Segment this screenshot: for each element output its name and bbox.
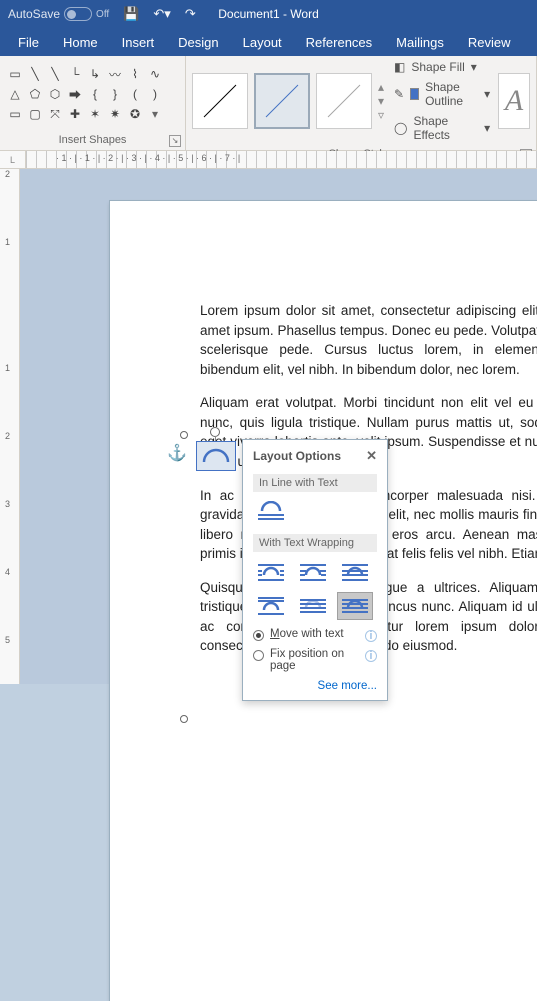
tab-insert[interactable]: Insert	[110, 28, 167, 56]
shape-star-icon[interactable]: ✶	[86, 105, 104, 123]
vertical-ruler[interactable]: 2112345	[0, 169, 20, 684]
shape-freeform-icon[interactable]: ⌇	[126, 65, 144, 83]
shape-style-2[interactable]	[254, 73, 310, 129]
shape-tri-icon[interactable]: △	[6, 85, 24, 103]
shape-burst-icon[interactable]: ✷	[106, 105, 124, 123]
shape-fill-button[interactable]: ◧ Shape Fill▾	[394, 60, 490, 74]
shape-roundrect-icon[interactable]: ▢	[26, 105, 44, 123]
wrap-infront[interactable]	[337, 592, 373, 620]
layout-options-title: Layout Options	[253, 449, 341, 463]
paragraph-1[interactable]: Lorem ipsum dolor sit amet, consectetur …	[200, 301, 537, 379]
tab-layout[interactable]: Layout	[231, 28, 294, 56]
shape-line-icon[interactable]: ╲	[26, 65, 44, 83]
shape-callout-icon[interactable]: ✪	[126, 105, 144, 123]
window-title: Document1 - Word	[218, 7, 318, 21]
redo-icon[interactable]: ↷	[185, 6, 196, 22]
shape-outline-label: Shape Outline	[425, 80, 478, 108]
tab-file[interactable]: File	[6, 28, 51, 56]
shape-style-1[interactable]	[192, 73, 248, 129]
tab-references[interactable]: References	[294, 28, 384, 56]
tab-review[interactable]: Review	[456, 28, 523, 56]
tab-home[interactable]: Home	[51, 28, 110, 56]
effects-icon: ◯	[394, 121, 407, 135]
shape-paren-icon[interactable]: (	[126, 85, 144, 103]
wrap-behind[interactable]	[295, 592, 331, 620]
shape-brace-r-icon[interactable]: }	[106, 85, 124, 103]
shape-styles-more-icon[interactable]: ▴▾▿	[378, 73, 384, 129]
shape-gallery[interactable]: ▭ ╲ ╲ └ ↳ 〰 ⌇ ∿ △ ⬠ ⬡ ⮕ { } ( ) ▭ ▢ ⤧ ✚	[6, 65, 164, 123]
autosave-state: Off	[96, 9, 109, 20]
section-wrap-label: With Text Wrapping	[253, 534, 377, 552]
bucket-icon: ◧	[394, 60, 405, 74]
shape-cross-icon[interactable]: ✚	[66, 105, 84, 123]
shape-hex-icon[interactable]: ⬡	[46, 85, 64, 103]
shape-line2-icon[interactable]: ╲	[46, 65, 64, 83]
horizontal-ruler[interactable]: · 1 · | · 1 · | · 2 · | · 3 · | · 4 · | …	[26, 151, 537, 169]
section-inline-label: In Line with Text	[253, 474, 377, 492]
undo-icon[interactable]: ↶▾	[153, 6, 170, 22]
radio-fix-position[interactable]	[253, 650, 264, 661]
tab-mailings[interactable]: Mailings	[384, 28, 456, 56]
autosave-label: AutoSave	[8, 7, 60, 21]
shape-effects-button[interactable]: ◯ Shape Effects▾	[394, 114, 490, 142]
h-ruler-numbers: · 1 · | · 1 · | · 2 · | · 3 · | · 4 · | …	[56, 153, 240, 163]
shape-pent-icon[interactable]: ⬠	[26, 85, 44, 103]
tab-design[interactable]: Design	[166, 28, 230, 56]
wrap-square[interactable]	[253, 558, 289, 586]
group-insert-shapes-label: Insert Shapes	[59, 134, 127, 146]
size-handle-tl[interactable]	[180, 431, 188, 439]
shape-connector-l-icon[interactable]: └	[66, 65, 84, 83]
insert-shapes-launcher-icon[interactable]: ↘	[169, 135, 181, 147]
radio-move-label: Move with text	[270, 628, 359, 640]
info-fix-icon[interactable]: i	[365, 650, 377, 662]
wrap-through[interactable]	[337, 558, 373, 586]
info-move-icon[interactable]: i	[365, 630, 377, 642]
inserted-shape[interactable]	[196, 441, 236, 471]
pen-icon: ✎	[394, 87, 404, 101]
radio-fix-label: Fix position on page	[270, 648, 359, 672]
shape-connector-z-icon[interactable]: ↳	[86, 65, 104, 83]
gallery-more-icon[interactable]: ▾	[146, 105, 164, 123]
shape-rect-icon[interactable]: ▭	[6, 105, 24, 123]
save-icon[interactable]: 💾	[123, 6, 139, 22]
shape-curve-icon[interactable]: 〰	[106, 65, 124, 83]
ribbon-tabs: File Home Insert Design Layout Reference…	[0, 28, 537, 56]
close-icon[interactable]: ✕	[366, 448, 377, 464]
shape-fill-label: Shape Fill	[411, 60, 464, 74]
ruler-corner: L	[0, 151, 26, 169]
shape-paren2-icon[interactable]: )	[146, 85, 164, 103]
shape-effects-label: Shape Effects	[413, 114, 478, 142]
wrap-tight[interactable]	[295, 558, 331, 586]
anchor-icon[interactable]: ⚓	[167, 443, 187, 463]
layout-options-popup: Layout Options ✕ In Line with Text With …	[242, 439, 388, 701]
shape-outline-button[interactable]: ✎ Shape Outline▾	[394, 80, 490, 108]
see-more-link[interactable]: See more...	[318, 680, 377, 692]
wrap-inline[interactable]	[253, 498, 289, 526]
shape-style-3[interactable]	[316, 73, 372, 129]
shape-arrows-icon[interactable]: ⤧	[46, 105, 64, 123]
shape-scribble-icon[interactable]: ∿	[146, 65, 164, 83]
shape-arrowblock-icon[interactable]: ⮕	[66, 85, 84, 103]
radio-move-with-text[interactable]	[253, 630, 264, 641]
wrap-topbottom[interactable]	[253, 592, 289, 620]
shape-brace-l-icon[interactable]: {	[86, 85, 104, 103]
size-handle-bl[interactable]	[180, 715, 188, 723]
shape-textbox-icon[interactable]: ▭	[6, 65, 24, 83]
autosave-toggle[interactable]	[64, 7, 92, 21]
wordart-style-button[interactable]: A	[498, 73, 530, 129]
